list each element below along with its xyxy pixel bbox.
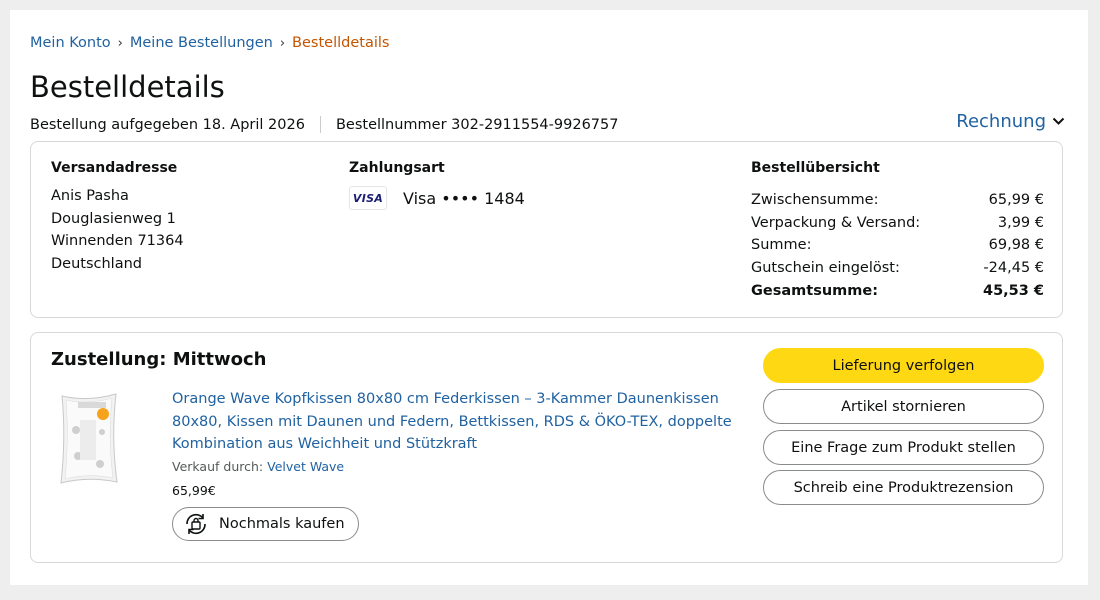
- breadcrumb-my-orders[interactable]: Meine Bestellungen: [130, 35, 273, 51]
- payment-heading: Zahlungsart: [349, 160, 445, 176]
- payment-method: VISA Visa •••• 1484: [349, 186, 525, 210]
- chevron-down-icon: [1052, 117, 1065, 125]
- buy-again-button[interactable]: Nochmals kaufen: [172, 507, 359, 541]
- order-details-page: Mein Konto › Meine Bestellungen › Bestel…: [10, 10, 1088, 585]
- summary-row: Gutschein eingelöst: -24,45 €: [751, 257, 1044, 280]
- delivery-title: Zustellung: Mittwoch: [51, 349, 267, 370]
- summary-label: Summe:: [751, 237, 812, 254]
- order-placed-date: Bestellung aufgegeben 18. April 2026: [30, 116, 305, 133]
- page-title: Bestelldetails: [30, 70, 225, 104]
- meta-divider: [319, 116, 321, 133]
- shipping-address: Anis Pasha Douglasienweg 1 Winnenden 713…: [51, 185, 184, 276]
- ask-product-question-button[interactable]: Eine Frage zum Produkt stellen: [763, 430, 1044, 465]
- product-title-link[interactable]: Orange Wave Kopfkissen 80x80 cm Federkis…: [172, 388, 732, 456]
- summary-label: Gutschein eingelöst:: [751, 260, 900, 277]
- seller-link[interactable]: Velvet Wave: [267, 459, 344, 474]
- summary-row: Zwischensumme: 65,99 €: [751, 189, 1044, 212]
- breadcrumb-current: Bestelldetails: [292, 35, 390, 51]
- buy-again-label: Nochmals kaufen: [219, 516, 345, 532]
- visa-card-icon: VISA: [349, 186, 387, 210]
- breadcrumb-separator: ›: [279, 35, 286, 51]
- summary-row: Verpackung & Versand: 3,99 €: [751, 212, 1044, 235]
- summary-total-label: Gesamtsumme:: [751, 282, 878, 299]
- summary-value: 65,99 €: [988, 192, 1044, 209]
- card-number: Visa •••• 1484: [403, 188, 525, 208]
- invoice-label: Rechnung: [956, 111, 1046, 132]
- address-line: Deutschland: [51, 256, 142, 273]
- summary-row: Summe: 69,98 €: [751, 234, 1044, 257]
- seller-label: Verkauf durch:: [172, 459, 264, 474]
- delivery-box: Zustellung: Mittwoch Orange Wave Kopfkis…: [30, 332, 1063, 563]
- address-line: Winnenden 71364: [51, 233, 184, 250]
- summary-total-value: 45,53 €: [982, 282, 1044, 299]
- address-line: Douglasienweg 1: [51, 210, 176, 227]
- summary-label: Verpackung & Versand:: [751, 214, 921, 231]
- product-image[interactable]: [56, 390, 121, 487]
- summary-value: 69,98 €: [988, 237, 1044, 254]
- cancel-item-button[interactable]: Artikel stornieren: [763, 389, 1044, 424]
- track-delivery-button[interactable]: Lieferung verfolgen: [763, 348, 1044, 383]
- order-number: Bestellnummer 302-2911554-9926757: [335, 116, 619, 133]
- summary-label: Zwischensumme:: [751, 192, 879, 209]
- order-summary: Zwischensumme: 65,99 € Verpackung & Vers…: [751, 189, 1044, 302]
- shipping-heading: Versandadresse: [51, 160, 178, 176]
- summary-heading: Bestellübersicht: [751, 160, 880, 176]
- seller-info: Verkauf durch: Velvet Wave: [172, 459, 344, 474]
- summary-value: -24,45 €: [983, 260, 1044, 277]
- order-info-box: Versandadresse Anis Pasha Douglasienweg …: [30, 141, 1063, 318]
- invoice-dropdown[interactable]: Rechnung: [956, 111, 1065, 132]
- breadcrumb: Mein Konto › Meine Bestellungen › Bestel…: [30, 35, 389, 51]
- address-line: Anis Pasha: [51, 188, 129, 204]
- write-review-button[interactable]: Schreib eine Produktrezension: [763, 470, 1044, 505]
- summary-value: 3,99 €: [997, 214, 1044, 231]
- summary-total-row: Gesamtsumme: 45,53 €: [751, 279, 1044, 302]
- buy-again-icon: [186, 513, 206, 535]
- product-price: 65,99€: [172, 483, 216, 498]
- breadcrumb-separator: ›: [117, 35, 123, 51]
- order-meta: Bestellung aufgegeben 18. April 2026 Bes…: [30, 116, 618, 133]
- breadcrumb-my-account[interactable]: Mein Konto: [30, 35, 111, 51]
